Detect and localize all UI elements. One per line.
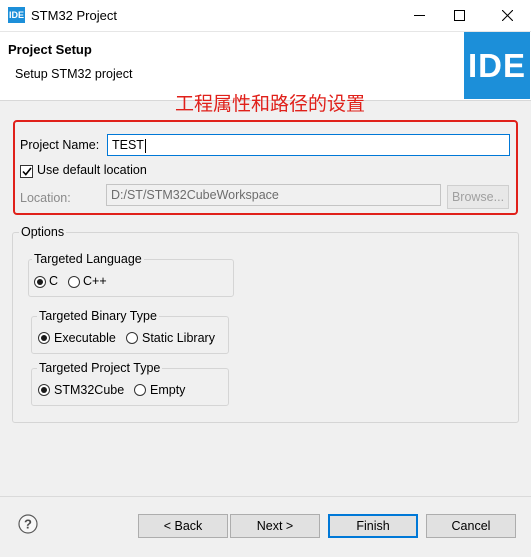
app-icon: IDE: [8, 7, 25, 23]
location-label: Location:: [20, 191, 71, 205]
ide-logo: IDE: [464, 32, 530, 99]
radio-language-c[interactable]: [34, 276, 46, 288]
use-default-location-label[interactable]: Use default location: [37, 163, 147, 177]
checkmark-icon: [21, 167, 32, 176]
question-mark-icon: ?: [18, 514, 38, 534]
page-subtitle: Setup STM32 project: [15, 67, 133, 81]
radio-project-stm32cube-label[interactable]: STM32Cube: [54, 383, 124, 397]
radio-project-empty[interactable]: [134, 384, 146, 396]
text-cursor: [144, 138, 146, 153]
close-icon: [502, 10, 513, 21]
binary-type-group-title: Targeted Binary Type: [37, 309, 159, 323]
use-default-location-checkbox[interactable]: [20, 165, 33, 178]
minimize-button[interactable]: [397, 0, 442, 31]
footer-separator: [0, 496, 531, 497]
project-name-value: TEST: [112, 138, 144, 152]
next-button[interactable]: Next >: [230, 514, 320, 538]
project-type-group-title: Targeted Project Type: [37, 361, 163, 375]
back-button[interactable]: < Back: [138, 514, 228, 538]
minimize-icon: [414, 15, 425, 16]
radio-binary-executable[interactable]: [38, 332, 50, 344]
finish-button[interactable]: Finish: [328, 514, 418, 538]
radio-language-cpp-label[interactable]: C++: [83, 274, 107, 288]
radio-selected-dot: [37, 279, 43, 285]
radio-binary-static-library-label[interactable]: Static Library: [142, 331, 215, 345]
language-group-title: Targeted Language: [32, 252, 144, 266]
radio-binary-static-library[interactable]: [126, 332, 138, 344]
radio-language-c-label[interactable]: C: [49, 274, 58, 288]
radio-selected-dot: [41, 387, 47, 393]
project-name-input[interactable]: TEST: [107, 134, 510, 156]
options-title: Options: [19, 225, 67, 239]
radio-binary-executable-label[interactable]: Executable: [54, 331, 116, 345]
maximize-button[interactable]: [437, 0, 482, 31]
annotation-text: 工程属性和路径的设置: [175, 93, 366, 115]
svg-text:?: ?: [24, 517, 32, 532]
radio-project-stm32cube[interactable]: [38, 384, 50, 396]
help-button[interactable]: ?: [18, 514, 38, 534]
page-title: Project Setup: [8, 42, 92, 57]
radio-project-empty-label[interactable]: Empty: [150, 383, 185, 397]
browse-button[interactable]: Browse...: [447, 185, 509, 209]
wizard-body: 工程属性和路径的设置 Project Name: TEST Use defaul…: [0, 93, 531, 557]
cancel-button[interactable]: Cancel: [426, 514, 516, 538]
radio-language-cpp[interactable]: [68, 276, 80, 288]
close-button[interactable]: [485, 0, 530, 31]
location-input[interactable]: D:/ST/STM32CubeWorkspace: [106, 184, 441, 206]
title-bar: IDE STM32 Project: [0, 0, 531, 32]
project-name-label: Project Name:: [20, 138, 100, 152]
maximize-icon: [454, 10, 465, 21]
window-title: STM32 Project: [31, 8, 117, 23]
radio-selected-dot: [41, 335, 47, 341]
